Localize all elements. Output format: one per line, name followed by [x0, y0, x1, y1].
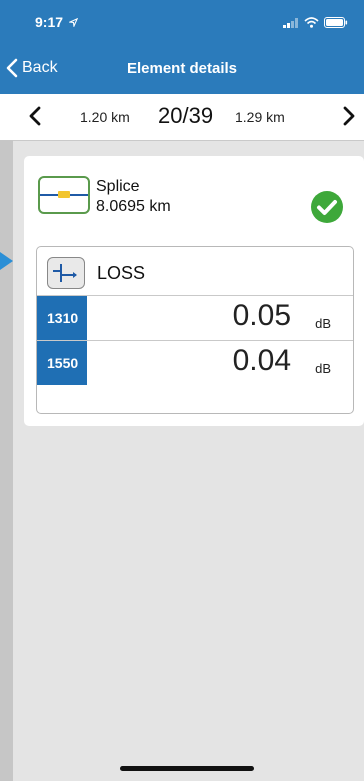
wifi-icon: [304, 17, 319, 28]
home-indicator[interactable]: [120, 766, 254, 771]
loss-step-icon: [53, 264, 77, 282]
previous-element-button[interactable]: [28, 105, 42, 132]
location-arrow-icon: [67, 17, 79, 29]
pointer-arrow-icon: [0, 252, 13, 270]
check-circle-icon: [311, 191, 343, 223]
loss-row: 1310 0.05 dB: [37, 295, 353, 340]
element-detail-card: Splice 8.0695 km LOSS 1310 0.05 dB 1550 …: [24, 156, 364, 426]
chevron-left-icon: [29, 106, 41, 126]
loss-row: 1550 0.04 dB: [37, 340, 353, 385]
battery-icon: [324, 17, 348, 28]
loss-table: LOSS 1310 0.05 dB 1550 0.04 dB: [36, 246, 354, 414]
wavelength-label: 1310: [37, 296, 87, 340]
element-distance: 8.0695 km: [96, 198, 171, 215]
status-bar: 9:17: [0, 0, 364, 44]
cellular-signal-icon: [283, 17, 298, 28]
chevron-right-icon: [343, 106, 355, 126]
status-time-text: 9:17: [35, 14, 64, 30]
previous-element-distance: 1.20 km: [80, 109, 130, 125]
element-counter: 20/39: [158, 103, 214, 128]
loss-value: 0.05: [232, 299, 291, 332]
next-element-distance: 1.29 km: [235, 109, 285, 125]
wavelength-label: 1550: [37, 341, 87, 385]
status-time: 9:17: [35, 14, 79, 30]
next-element-button[interactable]: [342, 105, 356, 132]
splice-marker: [58, 191, 70, 198]
loss-value: 0.04: [232, 344, 291, 377]
element-type: Splice: [96, 178, 140, 195]
loss-label: LOSS: [97, 263, 146, 283]
status-icons: [283, 17, 348, 28]
element-pager: 1.20 km 20/39 1.29 km: [0, 94, 364, 141]
left-edge-panel: [0, 140, 13, 781]
loss-event-icon: [47, 257, 85, 289]
splice-icon: [38, 176, 90, 214]
loss-unit: dB: [315, 316, 331, 331]
loss-unit: dB: [315, 361, 331, 376]
loss-header: LOSS: [37, 247, 353, 295]
page-title: Element details: [126, 60, 238, 77]
navigation-bar: Back Element details: [0, 44, 364, 94]
